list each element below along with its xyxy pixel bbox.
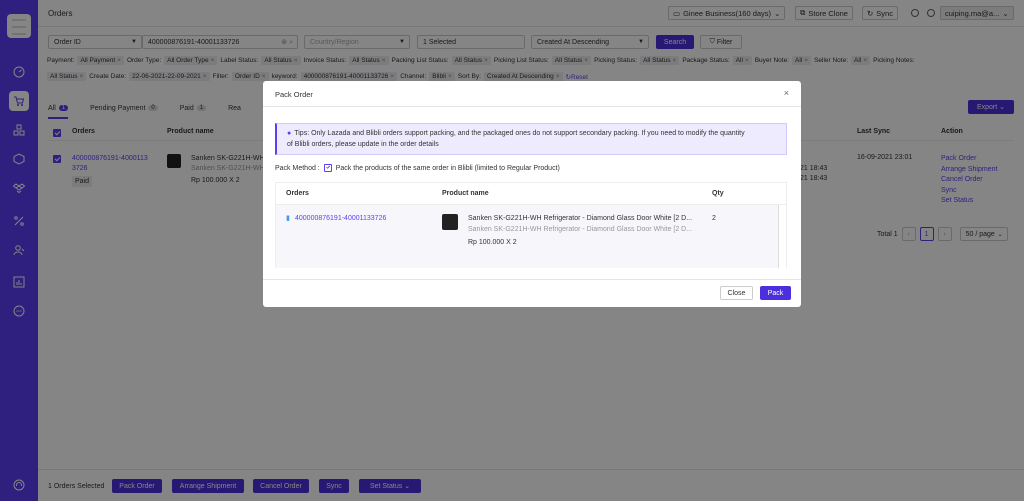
dialog-title: Pack Order (275, 90, 313, 99)
tips-banner: ● Tips: Only Lazada and Blibli orders sup… (275, 123, 787, 155)
dialog-footer: Close Pack (263, 279, 801, 307)
pack-price-qty: Rp 100.000 X 2 (468, 239, 517, 246)
pack-table-row: ▮ 400000876191-40001133726 Sanken SK-G22… (276, 205, 778, 268)
pack-method-option: Pack the products of the same order in B… (335, 164, 560, 172)
pack-product-subtitle: Sanken SK-G221H-WH Refrigerator - Diamon… (468, 225, 693, 233)
pack-order-dialog: Pack Order × ● Tips: Only Lazada and Blib… (263, 81, 801, 307)
pack-table-header: Orders Product name Qty (276, 183, 786, 205)
col-product: Product name (442, 190, 489, 197)
close-icon[interactable]: × (784, 88, 789, 98)
pack-qty-value: 2 (712, 215, 716, 222)
pack-product-title: Sanken SK-G221H-WH Refrigerator - Diamon… (468, 215, 693, 222)
pack-method-checkbox[interactable] (323, 164, 332, 172)
tips-text-1: Tips: Only Lazada and Blibli orders supp… (294, 130, 745, 137)
product-thumbnail (442, 214, 458, 230)
pack-button[interactable]: Pack (760, 286, 791, 300)
col-orders: Orders (286, 190, 309, 197)
pack-order-id-link[interactable]: 400000876191-40001133726 (295, 215, 386, 222)
pack-method-label: Pack Method : (275, 164, 320, 172)
info-icon: ● (287, 130, 292, 137)
pack-table-scrollbar[interactable] (778, 205, 786, 268)
dialog-header: Pack Order × (263, 81, 801, 107)
pack-order-table: Orders Product name Qty ▮ 400000876191-4… (275, 182, 787, 268)
blibli-channel-icon: ▮ (286, 215, 290, 222)
pack-method: Pack Method : Pack the products of the s… (275, 164, 560, 172)
close-button[interactable]: Close (720, 286, 753, 300)
tips-text-2: of Blibli orders, please update in the o… (287, 140, 439, 148)
col-qty: Qty (712, 190, 724, 197)
